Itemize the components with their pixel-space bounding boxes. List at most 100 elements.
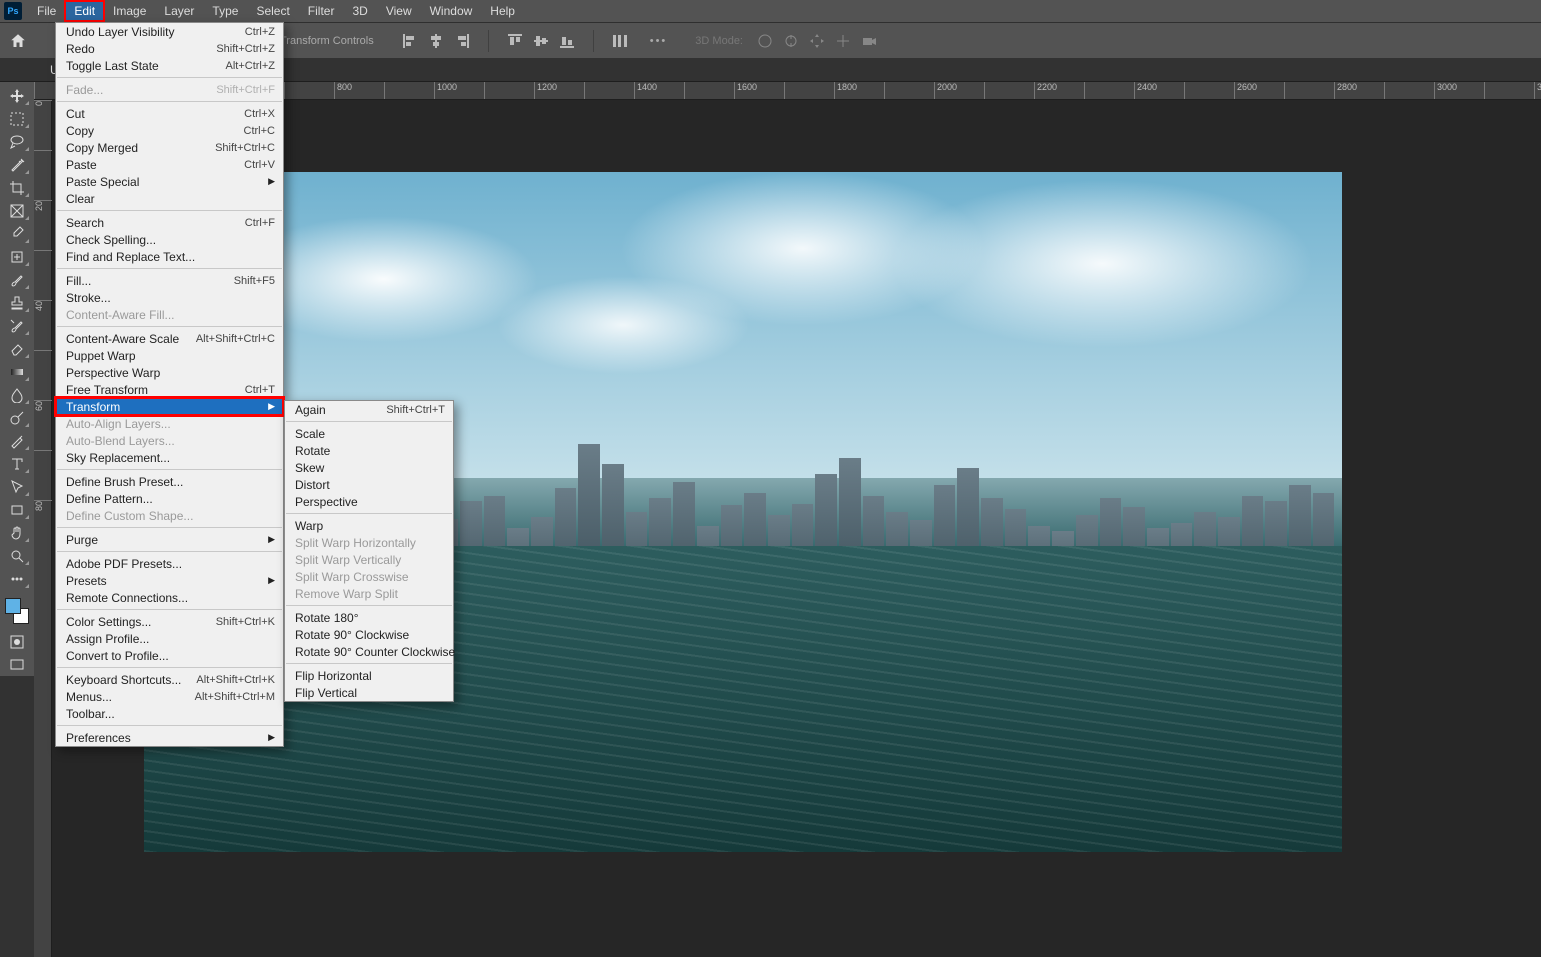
menuitem-content-aware-scale[interactable]: Content-Aware ScaleAlt+Shift+Ctrl+C (56, 330, 283, 347)
menuitem-copy-merged[interactable]: Copy MergedShift+Ctrl+C (56, 139, 283, 156)
align-icons-group: ••• (402, 30, 668, 52)
3d-camera-icon[interactable] (861, 33, 877, 49)
menu-help[interactable]: Help (481, 1, 524, 21)
tool-marquee[interactable] (3, 107, 31, 130)
menuitem-flip-vertical[interactable]: Flip Vertical (285, 684, 453, 701)
menuitem-copy[interactable]: CopyCtrl+C (56, 122, 283, 139)
menuitem-color-settings[interactable]: Color Settings...Shift+Ctrl+K (56, 613, 283, 630)
align-bottom-icon[interactable] (559, 33, 575, 49)
menuitem-adobe-pdf-presets[interactable]: Adobe PDF Presets... (56, 555, 283, 572)
menuitem-define-pattern[interactable]: Define Pattern... (56, 490, 283, 507)
menuitem-perspective[interactable]: Perspective (285, 493, 453, 510)
tool-healing[interactable] (3, 245, 31, 268)
tool-move[interactable] (3, 84, 31, 107)
color-swatches[interactable] (3, 596, 31, 626)
menu-3d[interactable]: 3D (343, 1, 376, 21)
menuitem-assign-profile[interactable]: Assign Profile... (56, 630, 283, 647)
menuitem-cut[interactable]: CutCtrl+X (56, 105, 283, 122)
menuitem-menus[interactable]: Menus...Alt+Shift+Ctrl+M (56, 688, 283, 705)
menuitem-free-transform[interactable]: Free TransformCtrl+T (56, 381, 283, 398)
tool-type[interactable] (3, 452, 31, 475)
menuitem-perspective-warp[interactable]: Perspective Warp (56, 364, 283, 381)
menuitem-puppet-warp[interactable]: Puppet Warp (56, 347, 283, 364)
tool-hand[interactable] (3, 521, 31, 544)
tool-more[interactable] (3, 567, 31, 590)
menuitem-scale[interactable]: Scale (285, 425, 453, 442)
tool-eraser[interactable] (3, 337, 31, 360)
align-left-icon[interactable] (402, 33, 418, 49)
tool-blur[interactable] (3, 383, 31, 406)
tool-pen[interactable] (3, 429, 31, 452)
menuitem-keyboard-shortcuts[interactable]: Keyboard Shortcuts...Alt+Shift+Ctrl+K (56, 671, 283, 688)
menu-edit[interactable]: Edit (65, 1, 104, 21)
tool-wand[interactable] (3, 153, 31, 176)
menuitem-skew[interactable]: Skew (285, 459, 453, 476)
menuitem-purge[interactable]: Purge▶ (56, 531, 283, 548)
quickmask-icon[interactable] (3, 630, 31, 653)
menuitem-flip-horizontal[interactable]: Flip Horizontal (285, 667, 453, 684)
tool-dodge[interactable] (3, 406, 31, 429)
menuitem-warp[interactable]: Warp (285, 517, 453, 534)
menuitem-preferences[interactable]: Preferences▶ (56, 729, 283, 746)
3d-orbit-icon[interactable] (757, 33, 773, 49)
screenmode-icon[interactable] (3, 653, 31, 676)
tool-crop[interactable] (3, 176, 31, 199)
menu-window[interactable]: Window (421, 1, 482, 21)
3d-mode-icons (757, 33, 877, 49)
menuitem-stroke[interactable]: Stroke... (56, 289, 283, 306)
menuitem-toggle-last-state[interactable]: Toggle Last StateAlt+Ctrl+Z (56, 57, 283, 74)
tool-history-brush[interactable] (3, 314, 31, 337)
align-hcenter-icon[interactable] (428, 33, 444, 49)
3d-slide-icon[interactable] (835, 33, 851, 49)
menu-select[interactable]: Select (247, 1, 298, 21)
menuitem-remote-connections[interactable]: Remote Connections... (56, 589, 283, 606)
menuitem-define-brush-preset[interactable]: Define Brush Preset... (56, 473, 283, 490)
menuitem-auto-align-layers: Auto-Align Layers... (56, 415, 283, 432)
menu-view[interactable]: View (377, 1, 421, 21)
menuitem-check-spelling[interactable]: Check Spelling... (56, 231, 283, 248)
tool-frame[interactable] (3, 199, 31, 222)
menuitem-rotate-180[interactable]: Rotate 180° (285, 609, 453, 626)
menuitem-fill[interactable]: Fill...Shift+F5 (56, 272, 283, 289)
align-top-icon[interactable] (507, 33, 523, 49)
align-vcenter-icon[interactable] (533, 33, 549, 49)
tool-brush[interactable] (3, 268, 31, 291)
transform-submenu: AgainShift+Ctrl+T ScaleRotateSkewDistortP… (284, 400, 454, 702)
tool-stamp[interactable] (3, 291, 31, 314)
menu-type[interactable]: Type (203, 1, 247, 21)
menu-layer[interactable]: Layer (155, 1, 203, 21)
menu-filter[interactable]: Filter (299, 1, 344, 21)
tool-rectangle[interactable] (3, 498, 31, 521)
menuitem-paste[interactable]: PasteCtrl+V (56, 156, 283, 173)
menuitem-rotate-90-counter-clockwise[interactable]: Rotate 90° Counter Clockwise (285, 643, 453, 660)
menuitem-clear[interactable]: Clear (56, 190, 283, 207)
menuitem-again[interactable]: AgainShift+Ctrl+T (285, 401, 453, 418)
distribute-icon[interactable] (612, 33, 628, 49)
tool-path-select[interactable] (3, 475, 31, 498)
app-logo: Ps (4, 2, 22, 20)
menuitem-presets[interactable]: Presets▶ (56, 572, 283, 589)
menu-file[interactable]: File (28, 1, 65, 21)
tool-eyedropper[interactable] (3, 222, 31, 245)
menuitem-find-and-replace-text[interactable]: Find and Replace Text... (56, 248, 283, 265)
tool-lasso[interactable] (3, 130, 31, 153)
tool-zoom[interactable] (3, 544, 31, 567)
menuitem-convert-to-profile[interactable]: Convert to Profile... (56, 647, 283, 664)
more-options-icon[interactable]: ••• (650, 35, 668, 47)
menuitem-sky-replacement[interactable]: Sky Replacement... (56, 449, 283, 466)
menuitem-transform[interactable]: Transform▶ (56, 398, 283, 415)
tool-gradient[interactable] (3, 360, 31, 383)
menuitem-toolbar[interactable]: Toolbar... (56, 705, 283, 722)
menuitem-redo[interactable]: RedoShift+Ctrl+Z (56, 40, 283, 57)
menuitem-search[interactable]: SearchCtrl+F (56, 214, 283, 231)
menuitem-undo-layer-visibility[interactable]: Undo Layer VisibilityCtrl+Z (56, 23, 283, 40)
menuitem-distort[interactable]: Distort (285, 476, 453, 493)
3d-roll-icon[interactable] (783, 33, 799, 49)
menuitem-rotate[interactable]: Rotate (285, 442, 453, 459)
menuitem-paste-special[interactable]: Paste Special▶ (56, 173, 283, 190)
home-icon[interactable] (4, 27, 32, 55)
align-right-icon[interactable] (454, 33, 470, 49)
menuitem-rotate-90-clockwise[interactable]: Rotate 90° Clockwise (285, 626, 453, 643)
menu-image[interactable]: Image (104, 1, 155, 21)
3d-pan-icon[interactable] (809, 33, 825, 49)
